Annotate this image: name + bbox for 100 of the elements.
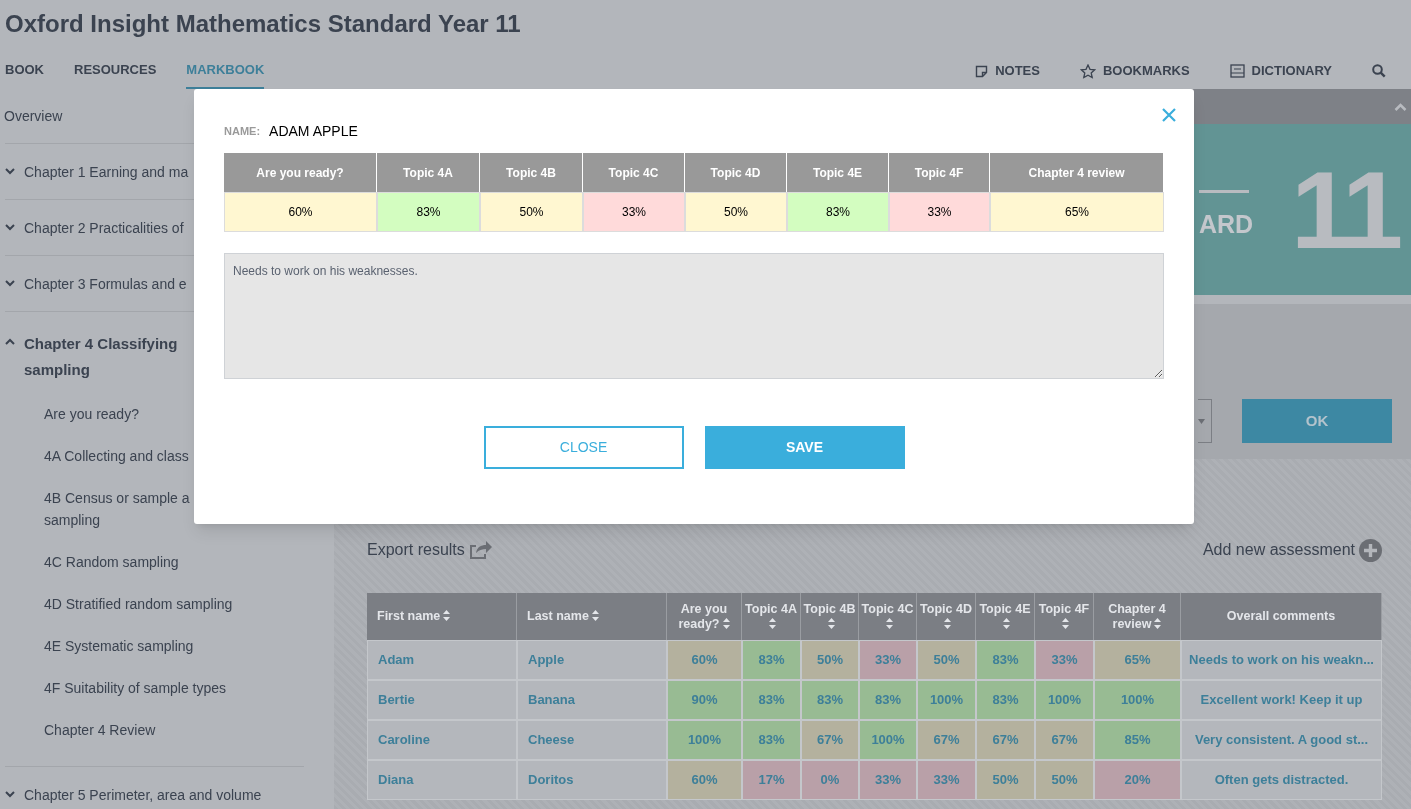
column-header[interactable]: Overall comments xyxy=(1181,593,1382,640)
score-cell: 85% xyxy=(1094,720,1181,760)
comment-cell[interactable]: Needs to work on his weakn... xyxy=(1181,640,1382,680)
column-header[interactable]: Topic 4B xyxy=(801,593,859,640)
comment-cell[interactable]: Very consistent. A good st... xyxy=(1181,720,1382,760)
add-assessment-button[interactable]: Add new assessment xyxy=(1202,538,1382,562)
table-cell[interactable]: Doritos xyxy=(517,760,667,800)
column-header[interactable]: Topic 4F xyxy=(1035,593,1094,640)
tab[interactable]: RESOURCES xyxy=(74,53,157,89)
chevron-down-icon xyxy=(5,224,15,231)
search-icon[interactable] xyxy=(1372,64,1386,78)
score-cell: 50% xyxy=(976,760,1035,800)
sidebar-subitem[interactable]: 4D Stratified random sampling xyxy=(44,583,304,625)
chevron-up-icon xyxy=(5,338,15,345)
score-cell: 33% xyxy=(859,640,917,680)
note-icon xyxy=(975,64,989,78)
column-header[interactable]: Topic 4D xyxy=(917,593,976,640)
score-cell: 83% xyxy=(976,640,1035,680)
score-cell: 65% xyxy=(1094,640,1181,680)
page-title: Oxford Insight Mathematics Standard Year 11 xyxy=(5,9,521,39)
toolbar-button[interactable]: DICTIONARY xyxy=(1229,61,1332,81)
column-header: Topic 4E xyxy=(787,153,889,192)
sort-icon xyxy=(827,617,835,629)
sort-icon xyxy=(591,610,599,621)
score-cell: 50% xyxy=(801,640,859,680)
sort-icon xyxy=(944,617,951,629)
table-cell[interactable]: Cheese xyxy=(517,720,667,760)
score-cell: 60% xyxy=(667,640,742,680)
table-cell[interactable]: Diana xyxy=(367,760,517,800)
score-cell: 20% xyxy=(1094,760,1181,800)
column-header[interactable]: Topic 4C xyxy=(859,593,917,640)
column-header[interactable]: Topic 4E xyxy=(976,593,1035,640)
sort-icon xyxy=(443,610,451,621)
chevron-down-icon xyxy=(5,280,15,287)
column-header: Topic 4F xyxy=(889,153,990,192)
sort-icon xyxy=(1062,617,1069,629)
close-icon[interactable] xyxy=(1161,107,1177,123)
table-cell[interactable]: Caroline xyxy=(367,720,517,760)
score-cell: 100% xyxy=(917,680,976,720)
column-header[interactable]: Topic 4A xyxy=(742,593,801,640)
column-header: Topic 4B xyxy=(480,153,583,192)
score-cell: 50% xyxy=(685,192,787,232)
chevron-down-icon xyxy=(5,168,15,175)
column-header[interactable]: Last name xyxy=(517,593,667,640)
toolbar-button[interactable]: NOTES xyxy=(975,61,1040,81)
score-cell: 50% xyxy=(1035,760,1094,800)
dialog-button[interactable]: CLOSE xyxy=(483,426,684,469)
sidebar-chapter[interactable]: Chapter 4 Classifying sampling xyxy=(24,331,178,383)
score-cell: 60% xyxy=(667,760,742,800)
score-cell: 67% xyxy=(917,720,976,760)
score-cell: 100% xyxy=(1035,680,1094,720)
column-header[interactable]: Chapter 4 review xyxy=(1094,593,1181,640)
column-header[interactable]: Are you ready? xyxy=(667,593,742,640)
table-cell[interactable]: Apple xyxy=(517,640,667,680)
score-cell: 67% xyxy=(1035,720,1094,760)
sidebar-subitem[interactable]: 4F Suitability of sample types xyxy=(44,667,304,709)
star-icon xyxy=(1079,63,1096,79)
cover-number: 11 xyxy=(1291,154,1400,265)
chevron-down-icon xyxy=(5,791,15,798)
sidebar-chapter[interactable]: Chapter 2 Practicalities of xyxy=(24,219,184,237)
export-icon xyxy=(467,539,492,561)
column-header: Topic 4D xyxy=(685,153,787,192)
score-cell: 33% xyxy=(1035,640,1094,680)
score-cell: 83% xyxy=(801,680,859,720)
comment-cell[interactable]: Often gets distracted. xyxy=(1181,760,1382,800)
score-cell: 83% xyxy=(377,192,480,232)
score-cell: 83% xyxy=(787,192,889,232)
dialog-button[interactable]: SAVE xyxy=(704,426,905,469)
export-button[interactable]: Export results xyxy=(367,538,492,562)
dropdown-field[interactable] xyxy=(1198,399,1212,443)
sidebar-chapter[interactable]: Chapter 5 Perimeter, area and volume xyxy=(24,786,262,804)
score-cell: 83% xyxy=(859,680,917,720)
sidebar-subitem[interactable]: 4E Systematic sampling xyxy=(44,625,304,667)
column-header: Are you ready? xyxy=(224,153,377,192)
score-cell: 90% xyxy=(667,680,742,720)
collapse-icon[interactable] xyxy=(1394,102,1407,111)
sidebar-chapter[interactable]: Chapter 1 Earning and ma xyxy=(24,163,189,181)
table-cell[interactable]: Banana xyxy=(517,680,667,720)
table-cell[interactable]: Adam xyxy=(367,640,517,680)
comment-cell[interactable]: Excellent work! Keep it up xyxy=(1181,680,1382,720)
score-cell: 33% xyxy=(859,760,917,800)
column-header: Topic 4A xyxy=(377,153,480,192)
sidebar-subitem[interactable]: Chapter 4 Review xyxy=(44,709,304,751)
score-cell: 17% xyxy=(742,760,801,800)
column-header[interactable]: First name xyxy=(367,593,517,640)
column-header: Topic 4C xyxy=(583,153,685,192)
tab[interactable]: BOOK xyxy=(5,53,44,89)
score-cell: 83% xyxy=(742,640,801,680)
sidebar-chapter[interactable]: Chapter 3 Formulas and e xyxy=(24,275,187,293)
sort-icon xyxy=(769,617,776,629)
sidebar-subitem[interactable]: 4C Random sampling xyxy=(44,541,304,583)
comment-field[interactable]: Needs to work on his weaknesses. xyxy=(224,253,1164,379)
score-cell: 65% xyxy=(990,192,1164,232)
toolbar-button[interactable]: BOOKMARKS xyxy=(1079,61,1190,81)
score-cell: 33% xyxy=(917,760,976,800)
score-cell: 83% xyxy=(742,680,801,720)
score-cell: 83% xyxy=(742,720,801,760)
ok-button[interactable]: OK xyxy=(1242,399,1392,443)
student-name: ADAM APPLE xyxy=(269,121,358,141)
table-cell[interactable]: Bertie xyxy=(367,680,517,720)
